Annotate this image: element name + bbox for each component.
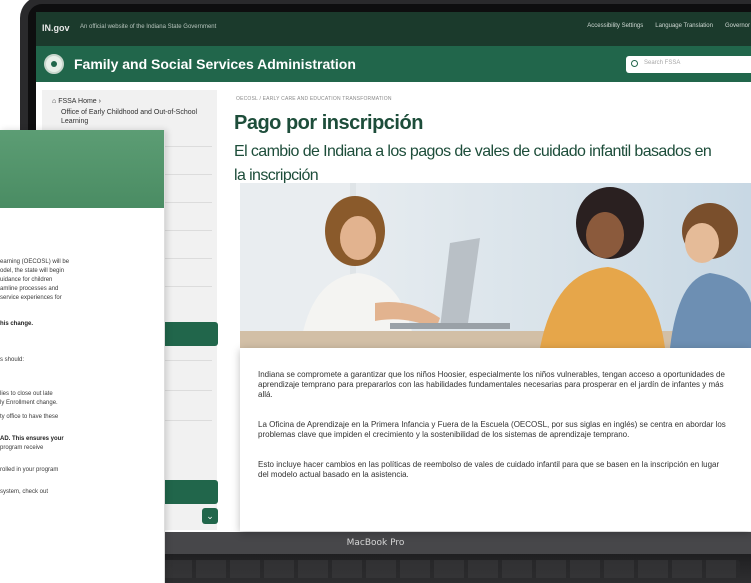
sidebar-item-active[interactable] [160,480,218,504]
panel-header [0,130,164,208]
policy-paragraph: Esto incluye hacer cambios en las políti… [258,460,720,479]
page-subtitle: El cambio de Indiana a los pagos de vale… [234,143,712,184]
utility-links: Accessibility Settings Language Translat… [587,23,750,29]
page-title: Pago por inscripción [234,112,423,134]
panel-line: service experiences for [0,295,62,301]
governor-link[interactable]: Governor [725,23,750,29]
hero-photo [240,183,751,348]
breadcrumb[interactable]: OECOSL / EARLY CARE AND EDUCATION TRANSF… [236,96,392,102]
photo-scene: IN.gov An official website of the Indian… [0,0,751,583]
fssa-logo-icon[interactable] [44,54,64,74]
official-site-text: An official website of the Indiana State… [80,24,217,30]
panel-line: AD. This ensures your [0,436,64,442]
language-translation-link[interactable]: Language Translation [655,23,713,29]
panel-line: amline processes and [0,286,59,292]
site-title[interactable]: Family and Social Services Administratio… [74,56,356,72]
panel-line: odel, the state will begin [0,268,65,274]
content-card: Indiana se compromete a garantizar que l… [240,348,751,531]
overlapping-page-panel: earning (OECOSL) will be odel, the state… [0,130,165,583]
sidebar-item-oecosl[interactable]: Office of Early Childhood and Out-of-Sch… [61,108,211,126]
search-icon [631,60,638,67]
panel-line: program receive [0,445,44,451]
intro-paragraph: Indiana se compromete a garantizar que l… [258,370,725,399]
search-placeholder: Search FSSA [644,60,681,66]
panel-line: earning (OECOSL) will be [0,259,70,265]
search-input[interactable]: Search FSSA [626,56,751,73]
sidebar-item-fssa-home[interactable]: ⌂ FSSA Home › [52,98,101,105]
panel-line: rolled in your program [0,467,59,473]
ingov-logo[interactable]: IN.gov [42,23,70,33]
state-banner: IN.gov An official website of the Indian… [36,12,751,46]
accessibility-settings-link[interactable]: Accessibility Settings [587,23,643,29]
panel-line: system, check out [0,489,49,495]
panel-heading: his change. [0,321,34,327]
panel-line: s should: [0,357,25,363]
site-header: Family and Social Services Administratio… [36,46,751,82]
panel-line: lies to close out late [0,391,53,397]
panel-line: uidance for children [0,277,53,283]
chevron-down-icon[interactable]: ⌄ [202,508,218,524]
hero-photo-illustration [240,183,751,348]
panel-line: ty office to have these [0,414,59,420]
oecosl-paragraph: La Oficina de Aprendizaje en la Primera … [258,420,726,439]
panel-line: ly Enrollment change. [0,400,58,406]
sidebar-item-active[interactable] [160,322,218,346]
